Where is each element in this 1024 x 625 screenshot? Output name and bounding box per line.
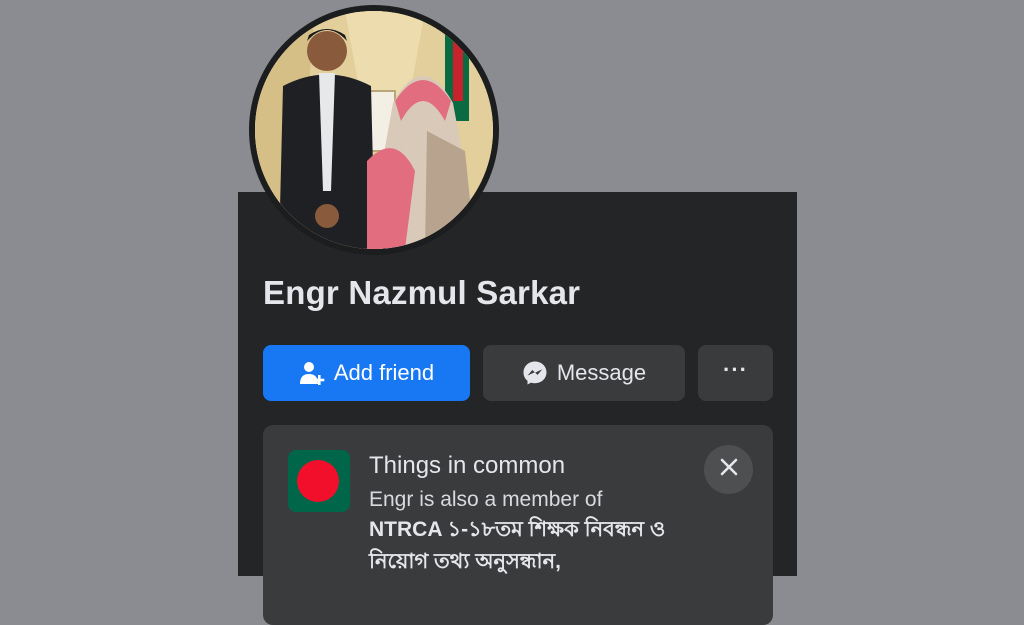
group-name-link[interactable]: NTRCA ১-১৮তম শিক্ষক নিবন্ধন ও নিয়োগ তথ্… (369, 514, 709, 578)
profile-photo-illustration (255, 11, 493, 249)
add-friend-icon (299, 360, 325, 386)
close-button[interactable] (704, 445, 753, 494)
profile-avatar[interactable] (249, 5, 499, 255)
more-options-icon: ··· (723, 357, 748, 382)
profile-photo (255, 11, 493, 249)
add-friend-label: Add friend (333, 360, 435, 385)
things-in-common-text: Engr is also a member of (369, 488, 603, 511)
messenger-icon (522, 360, 548, 386)
message-label: Message (556, 360, 647, 385)
flag-disc (297, 460, 339, 502)
profile-name: Engr Nazmul Sarkar (263, 274, 581, 311)
close-icon (719, 457, 739, 482)
message-button[interactable]: Message (483, 345, 685, 401)
bangladesh-flag-icon (288, 450, 350, 512)
things-in-common-title: Things in common (369, 452, 566, 479)
more-options-button[interactable]: ··· (698, 345, 773, 401)
add-friend-button[interactable]: Add friend (263, 345, 470, 401)
